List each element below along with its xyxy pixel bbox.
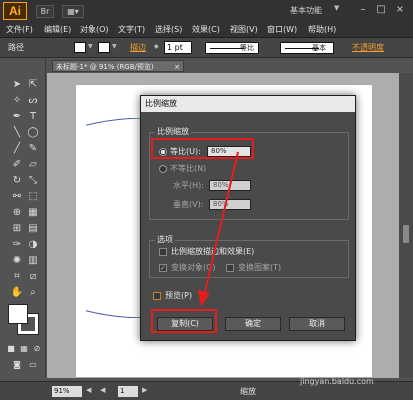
dialog-title: 比例缩放 xyxy=(141,96,355,112)
selection-tool-icon[interactable]: ➤ xyxy=(10,78,24,92)
tools-panel: ➤ ⇱ ✧ ᔕ ✒ T ╲ ◯ ╱ ✎ ✐ ▱ ↻ ⤡ ⚯ ⬚ ⊕ ▦ ⊞ ▤ … xyxy=(0,58,46,378)
cancel-button[interactable]: 取消 xyxy=(289,317,345,331)
zoom-level-input[interactable]: 91% xyxy=(52,386,82,397)
magic-wand-tool-icon[interactable]: ✧ xyxy=(10,94,24,108)
menu-select[interactable]: 选择(S) xyxy=(155,24,182,36)
color-mode-icon[interactable]: ■ xyxy=(4,342,18,356)
artboard-tool-icon[interactable]: ⌗ xyxy=(10,270,24,284)
stroke-weight-input[interactable]: 1 pt xyxy=(164,41,192,54)
blob-brush-tool-icon[interactable]: ✐ xyxy=(10,158,24,172)
menu-object[interactable]: 对象(O) xyxy=(80,24,109,36)
maximize-button[interactable]: □ xyxy=(374,3,388,17)
scale-strokes-checkbox[interactable] xyxy=(159,248,167,256)
free-transform-tool-icon[interactable]: ⬚ xyxy=(26,190,40,204)
ok-button[interactable]: 确定 xyxy=(225,317,281,331)
chevron-down-icon[interactable]: ▼ xyxy=(88,43,93,50)
options-group-label: 选项 xyxy=(155,235,175,245)
gradient-tool-icon[interactable]: ▤ xyxy=(26,222,40,236)
stroke-panel-link[interactable]: 描边 xyxy=(130,42,146,54)
eyedropper-tool-icon[interactable]: ✑ xyxy=(10,238,24,252)
transform-objects-checkbox[interactable]: ✓ xyxy=(159,264,167,272)
nonuniform-radio[interactable] xyxy=(159,165,167,173)
previous-artboard-icon[interactable]: ◀ xyxy=(100,386,105,394)
chevron-down-icon[interactable]: ▼ xyxy=(112,43,117,50)
type-tool-icon[interactable]: T xyxy=(26,110,40,124)
annotation-highlight-copy xyxy=(151,309,217,333)
fill-color-box[interactable] xyxy=(8,304,28,324)
width-tool-icon[interactable]: ⚯ xyxy=(10,190,24,204)
draw-mode-icon[interactable]: ◙ xyxy=(10,358,24,372)
opacity-panel-link[interactable]: 不透明度 xyxy=(352,42,384,54)
chevron-down-icon[interactable]: ▼ xyxy=(334,4,339,12)
ellipse-tool-icon[interactable]: ◯ xyxy=(26,126,40,140)
status-tool-label: 缩放 xyxy=(240,387,256,396)
fill-swatch[interactable] xyxy=(74,42,86,53)
document-tab-title: 未标题-1* @ 91% (RGB/预览) xyxy=(56,63,154,71)
annotation-arrow xyxy=(198,151,239,307)
scale-group-label: 比例缩放 xyxy=(155,127,191,137)
gradient-mode-icon[interactable]: ▦ xyxy=(17,342,31,356)
preview-checkbox[interactable] xyxy=(153,292,161,300)
perspective-grid-tool-icon[interactable]: ▦ xyxy=(26,206,40,220)
menu-file[interactable]: 文件(F) xyxy=(6,24,33,36)
zoom-tool-icon[interactable]: ⌕ xyxy=(26,286,40,300)
close-icon[interactable]: × xyxy=(174,61,180,73)
menu-help[interactable]: 帮助(H) xyxy=(308,24,336,36)
menu-view[interactable]: 视图(V) xyxy=(230,24,258,36)
line-tool-icon[interactable]: ╲ xyxy=(10,126,24,140)
menu-type[interactable]: 文字(T) xyxy=(118,24,145,36)
scale-tool-icon[interactable]: ⤡ xyxy=(26,174,40,188)
arrange-documents-button[interactable]: ▦▾ xyxy=(62,5,84,18)
control-bar: 路径 ▼ ▼ 描边 ◆ 1 pt 等比 基本 不透明度 xyxy=(0,38,413,58)
pen-tool-icon[interactable]: ✒ xyxy=(10,110,24,124)
illustrator-logo: Ai xyxy=(3,2,27,20)
selection-type-label: 路径 xyxy=(8,43,24,52)
screen-mode-icon[interactable]: ▭ xyxy=(26,358,40,372)
rotate-tool-icon[interactable]: ↻ xyxy=(10,174,24,188)
workspace-switcher[interactable]: 基本功能 xyxy=(290,4,336,18)
hand-tool-icon[interactable]: ✋ xyxy=(10,286,24,300)
blend-tool-icon[interactable]: ◑ xyxy=(26,238,40,252)
pencil-tool-icon[interactable]: ✎ xyxy=(26,142,40,156)
stepper-icon[interactable]: ◆ xyxy=(154,43,159,50)
watermark: jingyan.baidu.com xyxy=(300,377,374,386)
none-mode-icon[interactable]: ⊘ xyxy=(30,342,44,356)
shape-builder-tool-icon[interactable]: ⊕ xyxy=(10,206,24,220)
document-tab[interactable]: 未标题-1* @ 91% (RGB/预览) × xyxy=(52,60,184,72)
stroke-swatch[interactable] xyxy=(98,42,110,53)
menu-edit[interactable]: 编辑(E) xyxy=(44,24,71,36)
preview-label: 预览(P) xyxy=(165,291,193,300)
bridge-button[interactable]: Br xyxy=(36,5,54,18)
artboard-number-input[interactable]: 1 xyxy=(118,386,138,397)
paintbrush-tool-icon[interactable]: ╱ xyxy=(10,142,24,156)
column-graph-tool-icon[interactable]: ▥ xyxy=(26,254,40,268)
direct-selection-tool-icon[interactable]: ⇱ xyxy=(26,78,40,92)
mesh-tool-icon[interactable]: ⊞ xyxy=(10,222,24,236)
vertical-scrollbar-thumb[interactable] xyxy=(403,225,409,243)
minimize-button[interactable]: – xyxy=(356,3,370,17)
symbol-sprayer-tool-icon[interactable]: ✺ xyxy=(10,254,24,268)
close-window-button[interactable]: × xyxy=(393,3,407,17)
lasso-tool-icon[interactable]: ᔕ xyxy=(26,94,40,108)
profile-label: 等比 xyxy=(240,44,254,52)
next-artboard-icon[interactable]: ▶ xyxy=(142,386,147,394)
title-bar: Ai Br ▦▾ 基本功能 ▼ – □ × xyxy=(0,0,413,22)
menu-effect[interactable]: 效果(C) xyxy=(192,24,220,36)
first-artboard-icon[interactable]: ◀ xyxy=(86,386,91,394)
menu-window[interactable]: 窗口(W) xyxy=(267,24,297,36)
brush-label: 基本 xyxy=(312,44,326,52)
eraser-tool-icon[interactable]: ▱ xyxy=(26,158,40,172)
menu-bar: 文件(F) 编辑(E) 对象(O) 文字(T) 选择(S) 效果(C) 视图(V… xyxy=(0,22,413,38)
slice-tool-icon[interactable]: ⧄ xyxy=(26,270,40,284)
